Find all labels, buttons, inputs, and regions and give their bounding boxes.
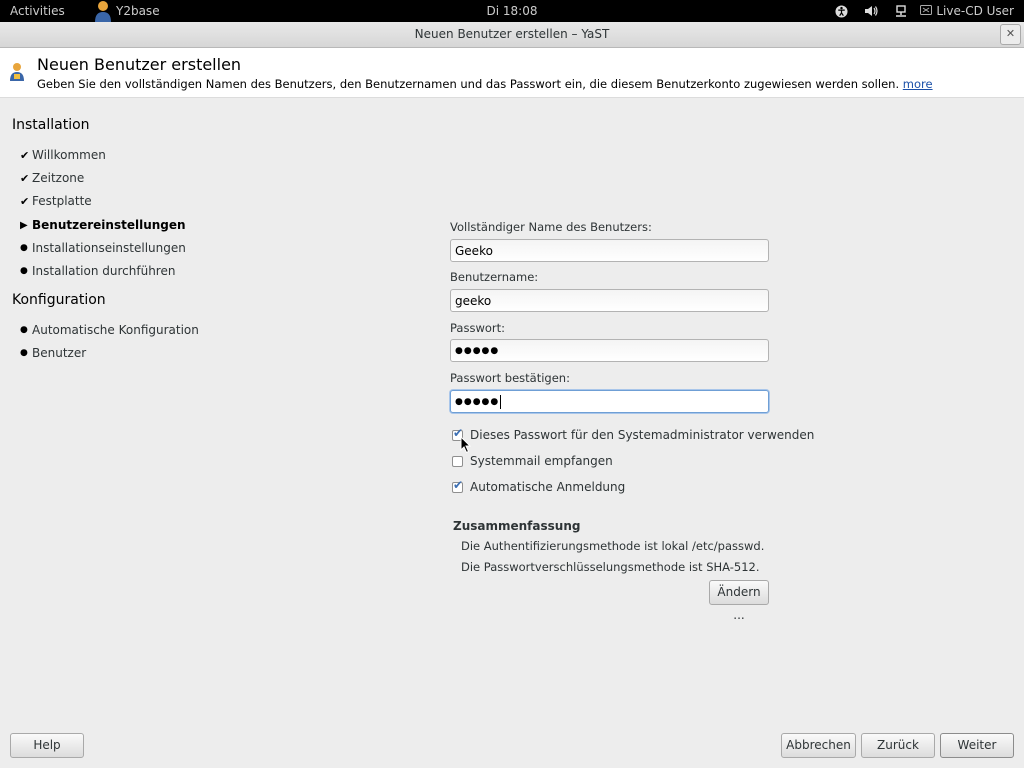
installation-section-title: Installation [12,117,90,133]
bullet-icon: ● [20,243,28,253]
user-lock-icon [9,62,25,82]
app-menu[interactable]: Y2base [92,0,160,22]
change-button[interactable]: Ändern ... [709,580,769,622]
user-name: Live-CD User [936,4,1014,18]
fullname-label: Vollständiger Name des Benutzers: [450,220,652,234]
page-title: Neuen Benutzer erstellen [37,55,242,74]
close-icon: ✕ [1005,27,1016,40]
user-status-icon [920,4,933,18]
step-label: Installation durchführen [32,264,176,278]
step-label: Installationseinstellungen [32,241,186,255]
summary-line-encryption: Die Passwortverschlüsselungsmethode ist … [461,560,760,574]
step-label: Zeitzone [32,171,85,185]
window-title: Neuen Benutzer erstellen – YaST [414,27,610,41]
step-label: Automatische Konfiguration [32,323,199,337]
checkbox-label: Dieses Passwort für den Systemadministra… [470,428,815,442]
step-zeitzone: ✔ Zeitzone [20,171,84,185]
mouse-pointer-icon [460,436,472,454]
current-step-arrow-icon: ▶ [20,219,28,231]
check-icon: ✔ [20,171,30,185]
step-benutzer: ● Benutzer [20,346,86,360]
systemmail-checkbox[interactable]: Systemmail empfangen [452,454,613,468]
check-icon: ✔ [20,194,30,208]
password-input[interactable]: ●●●●● [450,339,769,362]
more-link[interactable]: more [903,77,933,91]
gnome-top-bar: Activities Y2base Di 18:08 Live-CD User [0,0,1024,22]
dialog-header: Neuen Benutzer erstellen Geben Sie den v… [0,48,1024,98]
check-icon: ✔ [20,148,30,162]
step-automatische-konfiguration: ● Automatische Konfiguration [20,323,199,337]
accessibility-icon[interactable] [826,4,856,18]
admin-password-checkbox[interactable]: ✔ Dieses Passwort für den Systemadminist… [452,426,815,442]
checkbox-label: Automatische Anmeldung [470,480,626,494]
page-description-text: Geben Sie den vollständigen Namen des Be… [37,77,900,91]
step-installationseinstellungen: ● Installationseinstellungen [20,241,186,255]
step-label: Willkommen [32,148,106,162]
step-label: Festplatte [32,194,92,208]
abort-button[interactable]: Abbrechen [781,733,856,758]
confirm-password-input[interactable]: ●●●●● [450,390,769,413]
username-label: Benutzername: [450,270,539,284]
clock[interactable]: Di 18:08 [487,4,538,18]
step-willkommen: ✔ Willkommen [20,148,106,162]
checkbox-label: Systemmail empfangen [470,454,613,468]
close-window-button[interactable]: ✕ [1000,24,1021,45]
page-description: Geben Sie den vollständigen Namen des Be… [37,77,933,91]
step-festplatte: ✔ Festplatte [20,194,92,208]
summary-title: Zusammenfassung [453,519,581,533]
activities-button[interactable]: Activities [10,4,65,18]
fullname-input[interactable]: Geeko [450,239,769,262]
step-benutzereinstellungen: ▶ Benutzereinstellungen [20,218,186,232]
step-label: Benutzereinstellungen [32,218,186,232]
window-title-bar[interactable]: Neuen Benutzer erstellen – YaST ✕ [0,22,1024,48]
network-icon[interactable] [886,4,916,18]
back-button[interactable]: Zurück [861,733,935,758]
checkbox-box[interactable]: ✔ [452,478,463,493]
username-input[interactable]: geeko [450,289,769,312]
next-button[interactable]: Weiter [940,733,1014,758]
autologin-checkbox[interactable]: ✔ Automatische Anmeldung [452,478,626,494]
text-caret [500,394,502,409]
system-tray: Live-CD User [826,0,1024,22]
help-button[interactable]: Help [10,733,84,758]
step-installation-durchfuehren: ● Installation durchführen [20,264,175,278]
bullet-icon: ● [20,348,28,358]
bullet-icon: ● [20,266,28,276]
user-menu[interactable]: Live-CD User [916,4,1024,18]
password-label: Passwort: [450,321,506,335]
step-label: Benutzer [32,346,87,360]
volume-icon[interactable] [856,5,886,17]
confirm-password-value: ●●●●● [455,397,500,407]
checkmark-icon: ✔ [453,477,464,492]
confirm-password-label: Passwort bestätigen: [450,371,570,385]
summary-line-auth: Die Authentifizierungsmethode ist lokal … [461,539,765,553]
checkbox-box[interactable] [452,455,463,467]
yast-app-icon [92,0,114,22]
configuration-section-title: Konfiguration [12,292,106,308]
app-name: Y2base [116,4,160,18]
bullet-icon: ● [20,325,28,335]
